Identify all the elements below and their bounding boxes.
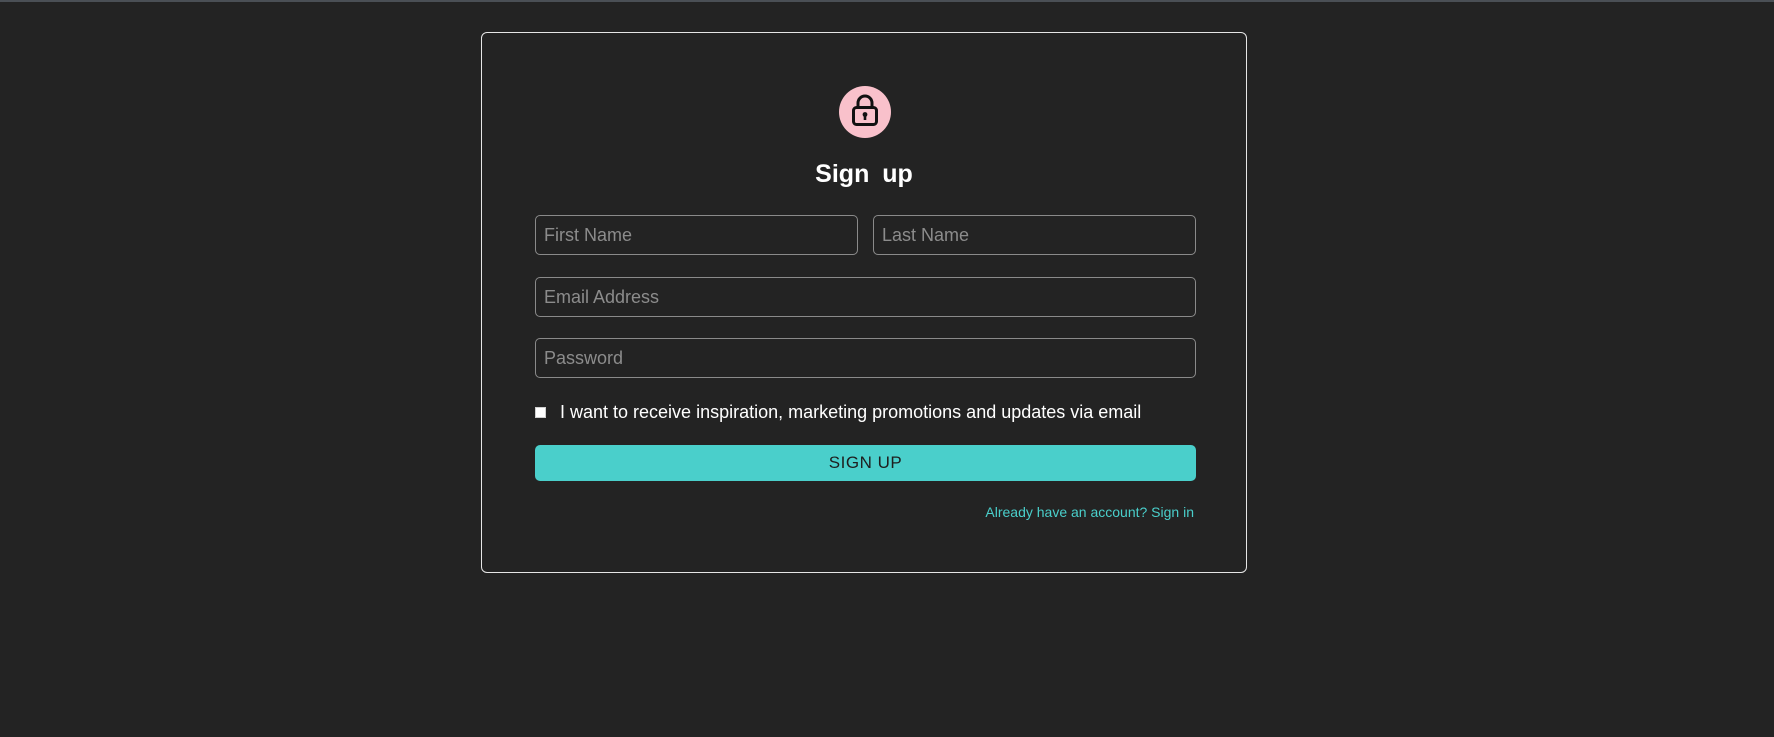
- sign-in-link[interactable]: Already have an account? Sign in: [985, 504, 1194, 520]
- password-input[interactable]: [535, 338, 1196, 378]
- marketing-consent-checkbox[interactable]: [535, 406, 546, 418]
- page-title: Sign up: [815, 160, 913, 188]
- signup-card: Sign up I want to receive inspiration, m…: [481, 32, 1247, 573]
- last-name-input[interactable]: [873, 215, 1196, 255]
- first-name-input[interactable]: [535, 215, 858, 255]
- marketing-consent: I want to receive inspiration, marketing…: [535, 400, 1141, 424]
- sign-up-button[interactable]: SIGN UP: [535, 445, 1196, 481]
- email-input[interactable]: [535, 277, 1196, 317]
- marketing-consent-label: I want to receive inspiration, marketing…: [560, 401, 1142, 422]
- lock-icon: [851, 93, 879, 132]
- top-divider: [0, 0, 1774, 2]
- avatar: [839, 86, 891, 138]
